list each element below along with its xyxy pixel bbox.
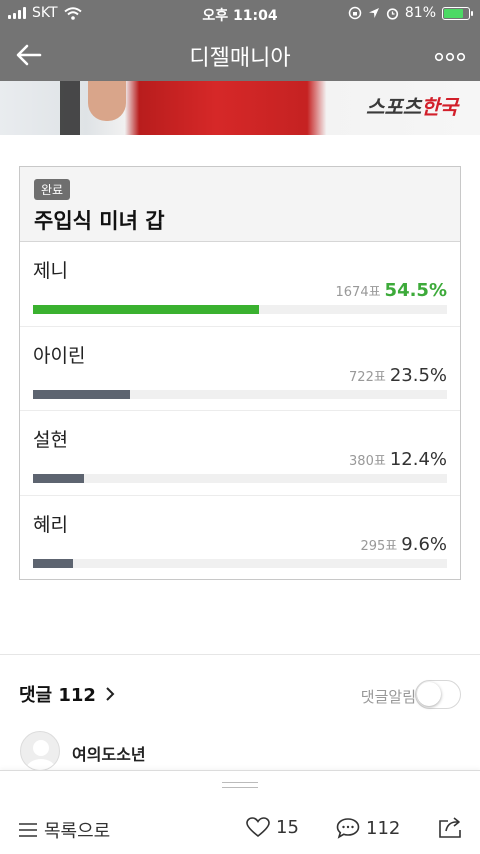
comment-alarm-toggle[interactable] bbox=[415, 680, 461, 709]
option-name: 혜리 bbox=[33, 513, 68, 536]
vote-percent: 12.4% bbox=[389, 449, 447, 470]
speech-bubble-icon bbox=[336, 818, 360, 839]
comment-count: 112 bbox=[366, 817, 401, 839]
option-name: 설현 bbox=[33, 429, 68, 451]
vote-bar-track bbox=[33, 305, 447, 314]
page-title: 디젤매니아 bbox=[189, 46, 291, 71]
comments-header[interactable]: 댓글 112 bbox=[19, 681, 116, 707]
rotation-lock-icon bbox=[348, 6, 362, 20]
heart-icon bbox=[246, 817, 270, 838]
image-arm bbox=[88, 81, 126, 121]
poll-option[interactable]: 설현 380표 12.4% bbox=[20, 411, 460, 496]
status-right: 81% bbox=[348, 5, 473, 21]
vote-count: 1674표 bbox=[335, 285, 381, 300]
image-shadow bbox=[60, 81, 80, 135]
vote-percent: 9.6% bbox=[401, 533, 447, 555]
comment-alarm-label: 댓글알림 bbox=[360, 688, 416, 706]
vote-bar-track bbox=[33, 558, 447, 568]
list-button-label: 목록으로 bbox=[44, 821, 111, 842]
toggle-knob bbox=[417, 682, 441, 706]
menu-lines-icon bbox=[19, 823, 37, 837]
share-icon[interactable] bbox=[438, 815, 464, 839]
poll-option[interactable]: 제니 1674표 54.5% bbox=[20, 242, 460, 327]
section-divider bbox=[0, 654, 480, 655]
vote-bar bbox=[33, 305, 259, 314]
battery-percent: 81% bbox=[404, 5, 436, 21]
battery-icon bbox=[442, 6, 473, 20]
bottom-toolbar: 목록으로 15 112 bbox=[0, 770, 480, 854]
alarm-icon bbox=[386, 7, 398, 20]
poll-card: 완료 주입식 미녀 갑 제니 1674표 54.5% 아이린 722표 23.5… bbox=[19, 166, 461, 580]
vote-bar bbox=[33, 389, 131, 399]
poll-option[interactable]: 아이린 722표 23.5% bbox=[20, 327, 460, 411]
option-stats: 722표 23.5% bbox=[349, 365, 447, 386]
status-bar: SKT 오후 11:04 81% bbox=[0, 0, 480, 28]
like-button[interactable]: 15 bbox=[246, 817, 299, 838]
avatar[interactable] bbox=[20, 731, 60, 771]
comment-username[interactable]: 여의도소년 bbox=[72, 741, 146, 765]
vote-bar-track bbox=[33, 389, 447, 399]
vote-count: 295표 bbox=[360, 538, 398, 554]
vote-count: 722표 bbox=[349, 369, 386, 385]
nav-bar: 디젤매니아 bbox=[0, 28, 480, 81]
comments-count: 댓글 112 bbox=[19, 685, 96, 706]
vote-percent: 54.5% bbox=[384, 280, 447, 301]
status-badge: 완료 bbox=[34, 179, 71, 200]
option-stats: 380표 12.4% bbox=[349, 449, 447, 470]
vote-percent: 23.5% bbox=[389, 364, 447, 386]
poll-title: 주입식 미녀 갑 bbox=[34, 209, 165, 233]
vote-bar bbox=[33, 558, 73, 568]
option-stats: 1674표 54.5% bbox=[336, 280, 448, 301]
more-dots-icon[interactable] bbox=[434, 43, 466, 68]
comment-button[interactable]: 112 bbox=[336, 817, 400, 839]
vote-bar-track bbox=[33, 474, 447, 483]
option-name: 아이린 bbox=[33, 344, 86, 367]
chevron-right-icon bbox=[106, 687, 115, 701]
poll-option[interactable]: 혜리 295표 9.6% bbox=[20, 496, 460, 581]
option-name: 제니 bbox=[33, 260, 68, 282]
poll-header: 완료 주입식 미녀 갑 bbox=[20, 167, 460, 242]
option-stats: 295표 9.6% bbox=[360, 534, 447, 555]
drag-handle-icon[interactable] bbox=[222, 782, 258, 788]
like-count: 15 bbox=[276, 817, 299, 838]
article-image: 스포츠한국 bbox=[0, 81, 480, 135]
vote-bar bbox=[33, 474, 85, 483]
vote-count: 380표 bbox=[349, 454, 386, 469]
location-icon bbox=[368, 8, 379, 18]
list-button[interactable]: 목록으로 bbox=[18, 817, 110, 843]
watermark-logo: 스포츠한국 bbox=[365, 95, 458, 119]
